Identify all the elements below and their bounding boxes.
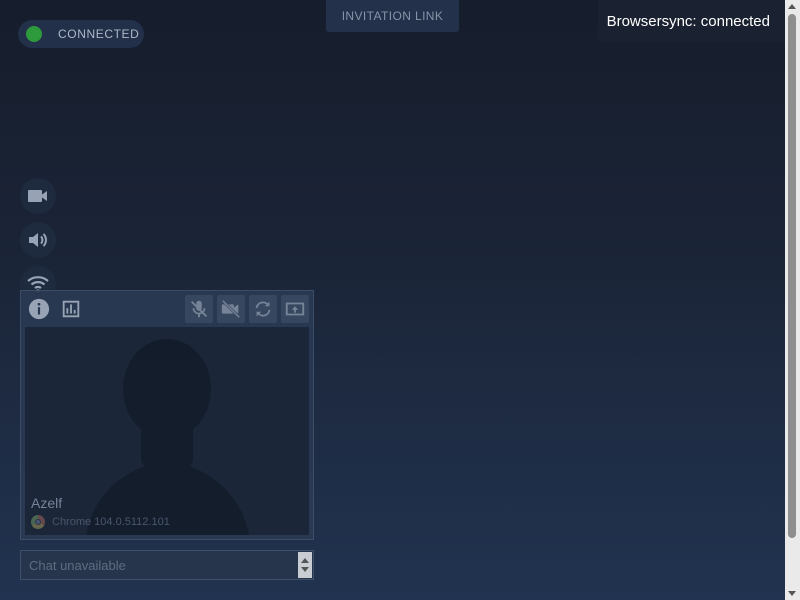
chat-spinner[interactable] (298, 552, 312, 578)
chat-input[interactable] (21, 551, 297, 579)
scrollbar-thumb[interactable] (788, 14, 796, 538)
video-off-icon (221, 299, 241, 319)
invitation-link-button[interactable]: INVITATION LINK (326, 0, 459, 32)
screen-share-button[interactable] (281, 295, 309, 323)
peer-browser-info: Chrome 104.0.5112.101 (31, 515, 170, 529)
mute-mic-button[interactable] (185, 295, 213, 323)
browsersync-notification-text: Browsersync: connected (606, 12, 770, 30)
connection-status-badge: CONNECTED (18, 20, 144, 48)
info-icon (28, 298, 50, 320)
stats-button[interactable] (57, 295, 85, 323)
video-camera-button[interactable] (20, 178, 56, 214)
avatar-silhouette-icon (86, 339, 250, 535)
peer-video-area: Azelf Chrome 104.0.5112.101 (25, 327, 309, 535)
peer-panel-toolbar (21, 291, 313, 327)
scroll-up-arrow[interactable] (788, 4, 796, 9)
refresh-button[interactable] (249, 295, 277, 323)
connection-status-label: CONNECTED (58, 27, 140, 41)
chat-spinner-down-arrow[interactable] (301, 567, 309, 572)
peer-video-panel: Azelf Chrome 104.0.5112.101 (20, 290, 314, 540)
browsersync-notification: Browsersync: connected (598, 0, 786, 42)
screen-share-icon (285, 302, 305, 316)
chat-spinner-up-arrow[interactable] (301, 558, 309, 563)
video-camera-icon (28, 190, 47, 202)
scroll-down-arrow[interactable] (788, 591, 796, 596)
chrome-icon (31, 515, 45, 529)
browser-version-label: Chrome 104.0.5112.101 (52, 516, 170, 528)
page-scrollbar[interactable] (785, 0, 800, 600)
refresh-icon (255, 301, 271, 317)
speaker-button[interactable] (20, 222, 56, 258)
chat-box (20, 550, 314, 580)
peer-name: Azelf (31, 495, 63, 511)
mic-off-icon (191, 300, 207, 318)
status-dot-icon (26, 26, 42, 42)
info-button[interactable] (25, 295, 53, 323)
video-off-button[interactable] (217, 295, 245, 323)
stats-icon (62, 300, 80, 318)
speaker-icon (29, 233, 47, 247)
